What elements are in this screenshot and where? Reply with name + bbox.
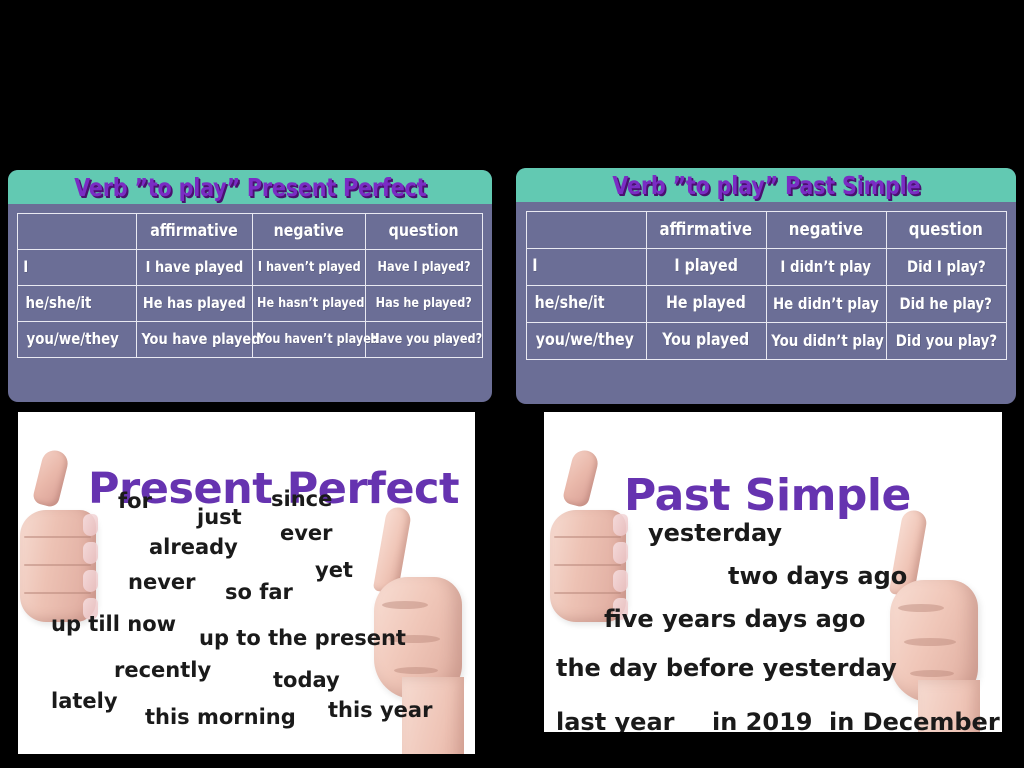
- present-perfect-card-title: Verb ”to play” Present Perfect: [73, 172, 427, 202]
- keyword-the-day-before-yesterday: the day before yesterday: [556, 654, 897, 682]
- cell-negative: You didn’t play: [765, 322, 887, 360]
- cell-affirmative: You played: [645, 322, 767, 360]
- row-label-he-she-it: he/she/it: [525, 285, 647, 323]
- past-simple-table: affirmative negative question I I played…: [525, 211, 1007, 360]
- keyword-ever: ever: [280, 521, 333, 545]
- past-simple-card-title: Verb ”to play” Past Simple: [612, 170, 920, 200]
- column-header-negative: negative: [252, 213, 366, 250]
- cell-question: Have you played?: [365, 321, 483, 358]
- table-row: I I have played I haven’t played Have I …: [17, 249, 483, 286]
- cell-question: Has he played?: [365, 285, 483, 322]
- keyword-up-till-now: up till now: [51, 612, 177, 636]
- keyword-this-morning: this morning: [145, 705, 296, 729]
- keyword-in-2019: in 2019: [712, 708, 813, 732]
- cell-negative: He hasn’t played: [252, 285, 366, 322]
- keyword-yet: yet: [315, 558, 353, 582]
- column-header-affirmative: affirmative: [645, 211, 767, 249]
- keyword-yesterday: yesterday: [648, 519, 783, 547]
- keyword-since: since: [271, 487, 333, 511]
- row-label-you-we-they: you/we/they: [17, 321, 137, 358]
- cell-affirmative: He played: [645, 285, 767, 323]
- slide-canvas: Verb ”to play” Present Perfect affirmati…: [0, 0, 1024, 768]
- cell-negative: You haven’t played: [252, 321, 379, 358]
- cell-affirmative: I played: [645, 248, 767, 286]
- column-header-blank: [17, 213, 137, 250]
- keyword-for: for: [118, 489, 152, 513]
- keyword-up-to-the-present: up to the present: [199, 626, 406, 650]
- column-header-question: question: [365, 213, 483, 250]
- present-perfect-conjugation-card: Verb ”to play” Present Perfect affirmati…: [8, 170, 492, 402]
- past-simple-keywords-poster: Past Simple yesterday two days ago five …: [544, 412, 1002, 732]
- keyword-in-december: in December: [829, 708, 1000, 732]
- cell-question: Did I play?: [885, 248, 1007, 286]
- cell-question: Did you play?: [885, 322, 1007, 360]
- keyword-five-years-days-ago: five years days ago: [604, 605, 866, 633]
- table-row: you/we/they You have played You haven’t …: [17, 321, 483, 358]
- cell-negative: I haven’t played: [252, 249, 366, 286]
- keyword-recently: recently: [114, 658, 212, 682]
- keyword-just: just: [197, 505, 242, 529]
- keyword-this-year: this year: [328, 698, 433, 722]
- keyword-so-far: so far: [225, 580, 293, 604]
- cell-question: Did he play?: [885, 285, 1007, 323]
- column-header-affirmative: affirmative: [136, 213, 253, 250]
- keyword-never: never: [128, 570, 196, 594]
- pointing-hand-right-icon: [882, 508, 1002, 732]
- present-perfect-keywords-poster: Present Perfect for just since already e…: [18, 412, 475, 754]
- row-label-he-she-it: he/she/it: [17, 285, 137, 322]
- keyword-today: today: [273, 668, 340, 692]
- keyword-two-days-ago: two days ago: [728, 562, 908, 590]
- cell-affirmative: You have played: [136, 321, 261, 358]
- keyword-lately: lately: [51, 689, 118, 713]
- row-label-you-we-they: you/we/they: [525, 322, 647, 360]
- keyword-last-year: last year: [556, 708, 675, 732]
- row-label-i: I: [525, 248, 647, 286]
- past-simple-conjugation-card: Verb ”to play” Past Simple affirmative n…: [516, 168, 1016, 404]
- table-row: he/she/it He has played He hasn’t played…: [17, 285, 483, 322]
- keyword-already: already: [149, 535, 238, 559]
- table-header-row: affirmative negative question: [17, 213, 483, 250]
- table-row: I I played I didn’t play Did I play?: [525, 248, 1007, 286]
- table-header-row: affirmative negative question: [525, 211, 1007, 249]
- row-label-i: I: [17, 249, 137, 286]
- cell-affirmative: I have played: [136, 249, 253, 286]
- column-header-question: question: [885, 211, 1007, 249]
- cell-question: Have I played?: [365, 249, 483, 286]
- table-row: he/she/it He played He didn’t play Did h…: [525, 285, 1007, 323]
- past-simple-poster-title: Past Simple: [624, 470, 911, 522]
- present-perfect-card-header: Verb ”to play” Present Perfect: [8, 170, 492, 204]
- present-perfect-table: affirmative negative question I I have p…: [17, 213, 483, 358]
- cell-negative: I didn’t play: [765, 248, 887, 286]
- past-simple-card-header: Verb ”to play” Past Simple: [516, 168, 1016, 202]
- column-header-negative: negative: [765, 211, 887, 249]
- table-row: you/we/they You played You didn’t play D…: [525, 322, 1007, 360]
- column-header-blank: [525, 211, 647, 249]
- cell-negative: He didn’t play: [765, 285, 887, 323]
- cell-affirmative: He has played: [136, 285, 253, 322]
